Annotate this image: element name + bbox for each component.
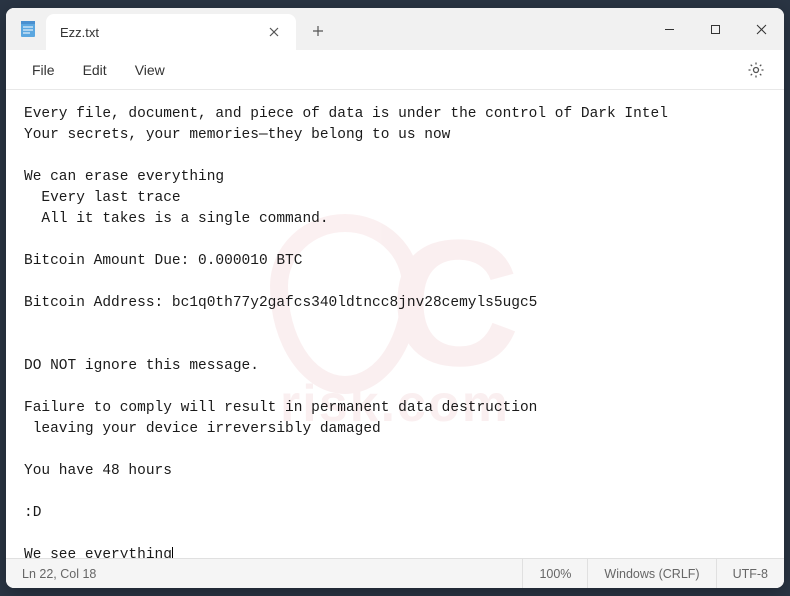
minimize-button[interactable] (646, 8, 692, 50)
editor-area[interactable]: C risk.com Every file, document, and pie… (6, 90, 784, 558)
menu-edit[interactable]: Edit (69, 56, 121, 84)
gear-icon (747, 61, 765, 79)
tab-title: Ezz.txt (60, 25, 260, 40)
menu-view[interactable]: View (121, 56, 179, 84)
notepad-icon (18, 19, 38, 39)
status-bar: Ln 22, Col 18 100% Windows (CRLF) UTF-8 (6, 558, 784, 588)
menu-bar: File Edit View (6, 50, 784, 90)
text-cursor (172, 547, 173, 558)
zoom-level[interactable]: 100% (523, 559, 588, 588)
line-ending[interactable]: Windows (CRLF) (588, 559, 716, 588)
close-tab-button[interactable] (260, 18, 288, 46)
maximize-button[interactable] (692, 8, 738, 50)
settings-button[interactable] (740, 54, 772, 86)
character-encoding[interactable]: UTF-8 (717, 559, 784, 588)
new-tab-button[interactable] (300, 13, 336, 49)
menu-file[interactable]: File (18, 56, 69, 84)
close-window-button[interactable] (738, 8, 784, 50)
file-tab[interactable]: Ezz.txt (46, 14, 296, 50)
cursor-position[interactable]: Ln 22, Col 18 (6, 559, 523, 588)
notepad-window: Ezz.txt (6, 8, 784, 588)
title-bar: Ezz.txt (6, 8, 784, 50)
text-content: Every file, document, and piece of data … (24, 104, 766, 558)
window-controls (646, 8, 784, 50)
